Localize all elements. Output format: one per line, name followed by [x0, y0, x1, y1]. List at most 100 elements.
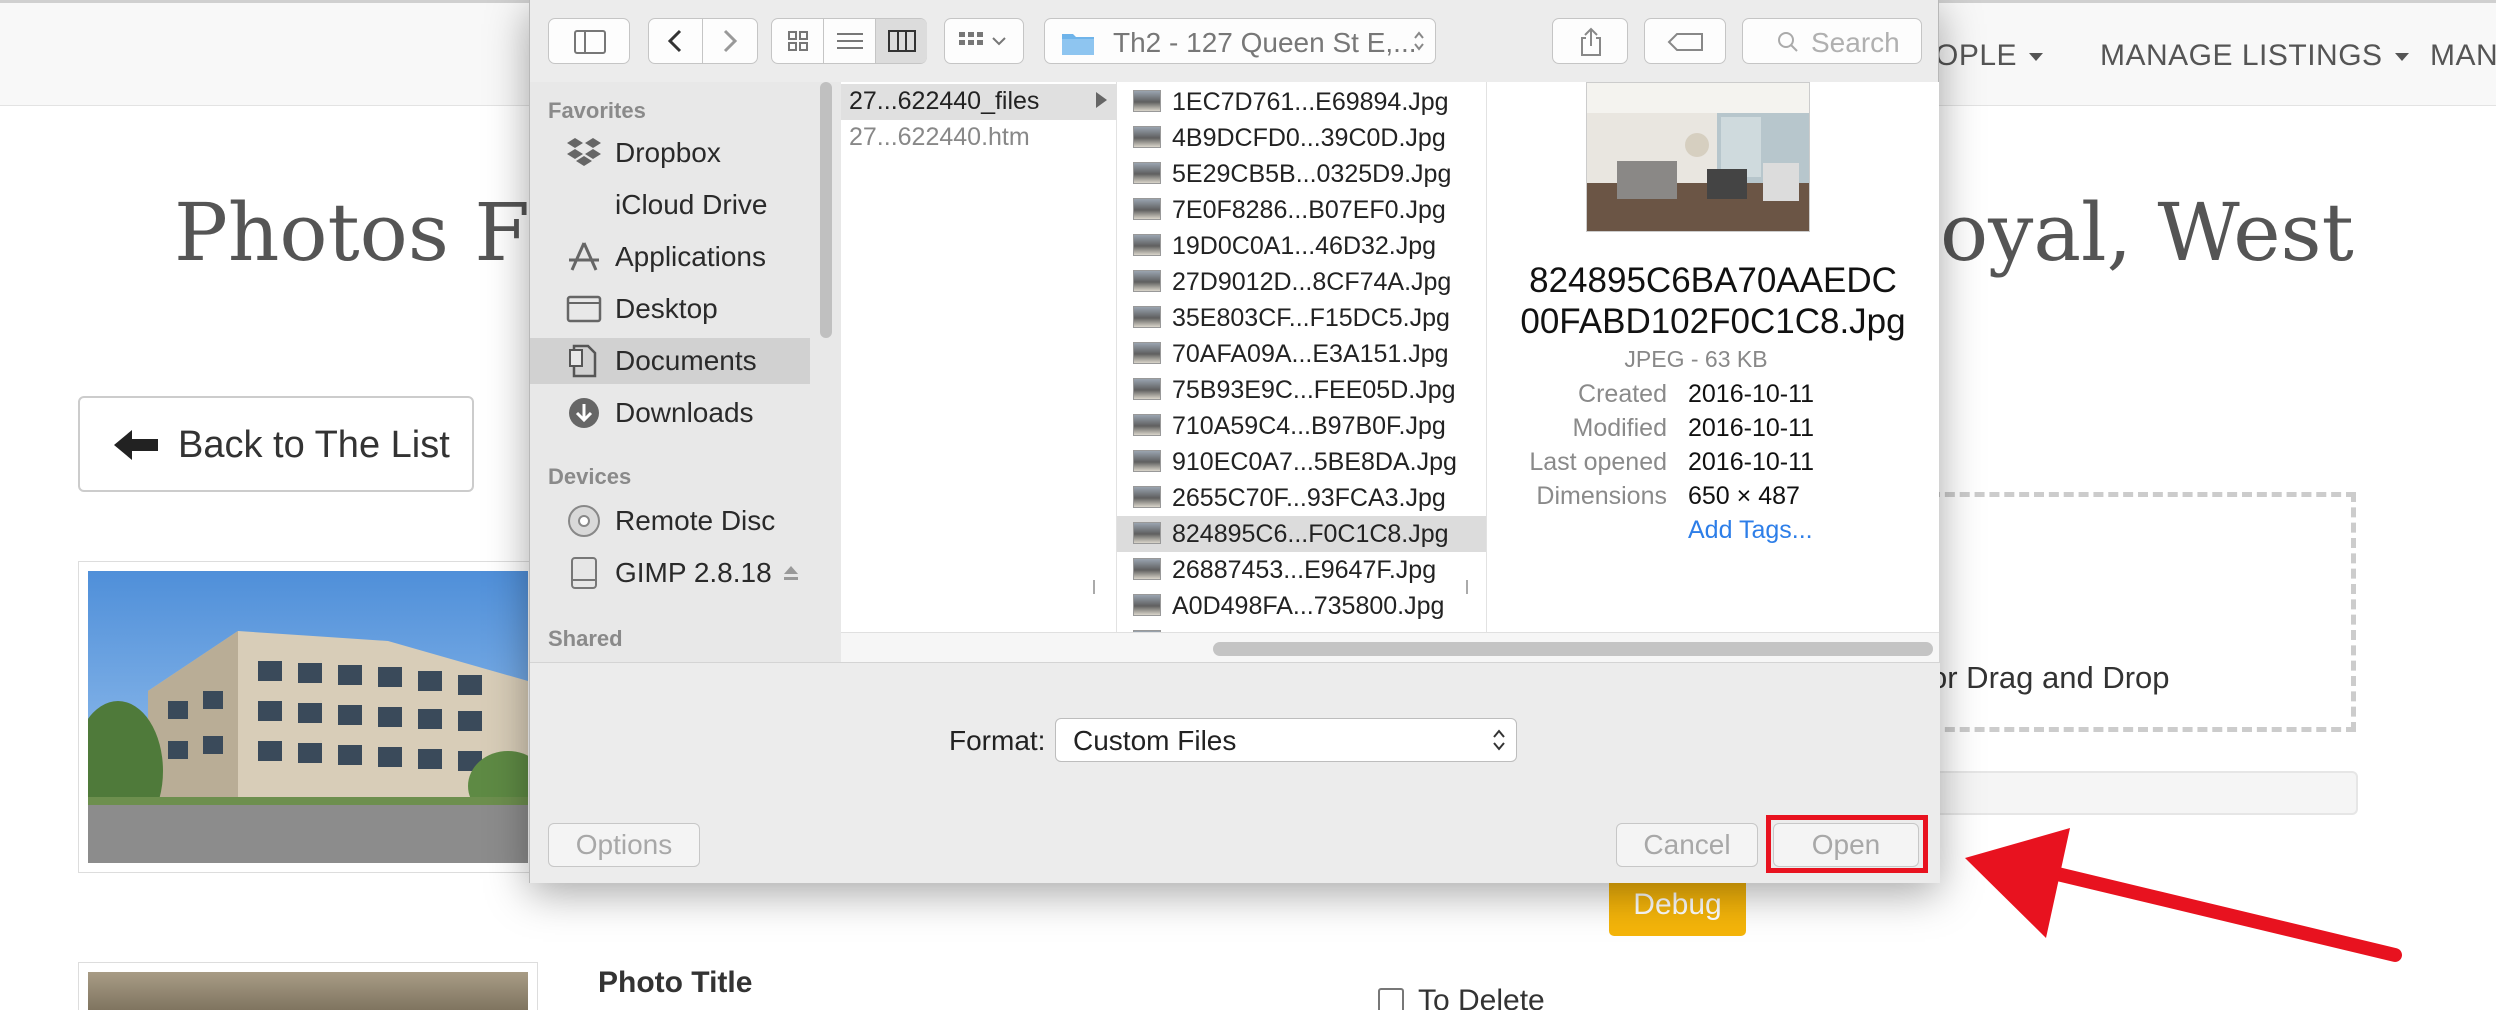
file-row[interactable]: 27...622440.htm: [841, 120, 1117, 156]
applications-icon: [569, 242, 599, 271]
nav-manage-listings[interactable]: MANAGE LISTINGS: [2100, 39, 2409, 73]
file-row-label: 27...622440.htm: [849, 123, 1030, 151]
file-row[interactable]: 2655C70F...93FCA3.Jpg: [1117, 480, 1486, 516]
file-row[interactable]: 824895C6...F0C1C8.Jpg: [1117, 516, 1486, 552]
documents-icon: [569, 344, 597, 378]
sidebar-item-icloud[interactable]: iCloud Drive: [530, 182, 810, 228]
chevron-right-icon: [723, 29, 738, 53]
horizontal-scroll-thumb[interactable]: [1213, 642, 1933, 656]
file-row-label: 2655C70F...93FCA3.Jpg: [1172, 484, 1446, 512]
debug-button[interactable]: Debug: [1609, 874, 1746, 936]
file-row[interactable]: 27D9012D...8CF74A.Jpg: [1117, 264, 1486, 300]
file-row-label: 19D0C0A1...46D32.Jpg: [1172, 232, 1437, 260]
share-button[interactable]: [1552, 18, 1628, 64]
back-to-list-button[interactable]: Back to The List: [78, 396, 474, 492]
image-thumbnail-icon: [1133, 162, 1161, 184]
sidebar-item-documents[interactable]: Documents: [530, 338, 810, 384]
sidebar-item-label: GIMP 2.8.18: [615, 557, 772, 588]
folder-row[interactable]: 27...622440_files: [841, 84, 1117, 120]
share-icon: [1581, 27, 1601, 56]
disc-icon: [568, 505, 600, 537]
group-by-button[interactable]: [944, 18, 1024, 64]
file-row[interactable]: 35E803CF...F15DC5.Jpg: [1117, 300, 1486, 336]
column-resize-handle[interactable]: [1466, 580, 1468, 594]
sidebar-item-label: iCloud Drive: [615, 189, 768, 220]
preview-thumbnail: [1586, 82, 1810, 232]
nav-more[interactable]: MANA: [2430, 39, 2496, 73]
file-row[interactable]: 710A59C4...B97B0F.Jpg: [1117, 408, 1486, 444]
image-thumbnail-icon: [1133, 414, 1161, 436]
sidebar-item-dropbox[interactable]: Dropbox: [530, 130, 810, 176]
file-row[interactable]: 5E29CB5B...0325D9.Jpg: [1117, 156, 1486, 192]
icon-view-button[interactable]: [772, 19, 824, 63]
file-row-label: 824895C6...F0C1C8.Jpg: [1172, 520, 1449, 548]
file-row[interactable]: 910EC0A7...5BE8DA.Jpg: [1117, 444, 1486, 480]
file-row-label: 7E0F8286...B07EF0.Jpg: [1172, 196, 1446, 224]
sidebar-item-desktop[interactable]: Desktop: [530, 286, 810, 332]
preview-file-name-line1: 824895C6BA70AAEDC: [1529, 261, 1897, 300]
file-row[interactable]: 4B9DCFD0...39C0D.Jpg: [1117, 120, 1486, 156]
search-icon: [1778, 32, 1798, 52]
file-row[interactable]: 1EC7D761...E69894.Jpg: [1117, 84, 1486, 120]
favorites-header: Favorites: [548, 98, 646, 123]
photo-card: [78, 561, 538, 873]
nav-people-label: OPLE: [1935, 39, 2018, 72]
devices-header: Devices: [548, 464, 632, 489]
dimensions-label: Dimensions: [1536, 482, 1667, 510]
column-resize-handle[interactable]: [1093, 580, 1095, 594]
nav-back-button[interactable]: [649, 19, 703, 63]
preview-file-type: JPEG - 63 KB: [1624, 346, 1768, 372]
file-row[interactable]: 75B93E9C...FEE05D.Jpg: [1117, 372, 1486, 408]
nav-forward-button[interactable]: [704, 19, 758, 63]
columns-icon: [888, 30, 916, 52]
search-field[interactable]: Search: [1742, 18, 1922, 64]
sidebar-item-downloads[interactable]: Downloads: [530, 390, 810, 436]
format-select[interactable]: Custom Files: [1055, 718, 1517, 762]
shared-header: Shared: [548, 626, 623, 651]
horizontal-scrollbar[interactable]: [841, 632, 1939, 662]
image-thumbnail-icon: [1133, 198, 1161, 220]
image-thumbnail-icon: [1133, 522, 1161, 544]
eject-icon[interactable]: [782, 564, 800, 582]
sidebar-scrollbar[interactable]: [820, 82, 832, 338]
photo-card: [78, 962, 538, 1010]
cancel-button[interactable]: Cancel: [1616, 823, 1758, 867]
file-row[interactable]: A0D498FA...735800.Jpg: [1117, 588, 1486, 624]
list-view-button[interactable]: [824, 19, 876, 63]
file-row-label: 1EC7D761...E69894.Jpg: [1172, 88, 1449, 116]
caret-down-icon: [2029, 53, 2044, 62]
nav-people[interactable]: OPLE: [1935, 39, 2044, 73]
sidebar-item-applications[interactable]: Applications: [530, 234, 810, 280]
disclosure-arrow-icon: [1096, 92, 1107, 108]
file-row[interactable]: 7E0F8286...B07EF0.Jpg: [1117, 192, 1486, 228]
column-view-button[interactable]: [876, 19, 927, 63]
to-delete-checkbox[interactable]: [1378, 988, 1404, 1010]
nav-more-label: MANA: [2430, 39, 2496, 72]
red-arrow-annotation: [1965, 828, 2402, 962]
nav-manage-listings-label: MANAGE LISTINGS: [2100, 39, 2383, 72]
sidebar-toggle-icon: [574, 30, 606, 54]
options-button[interactable]: Options: [548, 823, 700, 867]
file-row[interactable]: 26887453...E9647F.Jpg: [1117, 552, 1486, 588]
created-value: 2016-10-11: [1688, 380, 1815, 408]
file-row-label: 70AFA09A...E3A151.Jpg: [1172, 340, 1449, 368]
file-row-label: 35E803CF...F15DC5.Jpg: [1172, 304, 1450, 332]
add-tags-link[interactable]: Add Tags...: [1688, 516, 1813, 545]
grid-icon: [788, 31, 808, 51]
sidebar-toggle-button[interactable]: [548, 18, 630, 64]
file-row[interactable]: 19D0C0A1...46D32.Jpg: [1117, 228, 1486, 264]
to-delete-label: To Delete: [1418, 984, 1545, 1010]
upload-dropzone[interactable]: [1930, 492, 2356, 732]
file-row[interactable]: 70AFA09A...E3A151.Jpg: [1117, 336, 1486, 372]
tags-button[interactable]: [1644, 18, 1726, 64]
file-row-label: A0D498FA...735800.Jpg: [1172, 592, 1445, 620]
preview-file-name-line2: 00FABD102F0C1C8.Jpg: [1520, 302, 1906, 341]
arrow-left-icon: [114, 430, 158, 460]
path-popup[interactable]: Th2 - 127 Queen St E,...: [1044, 18, 1436, 64]
preview-file-name: 824895C6BA70AAEDC 00FABD102F0C1C8.Jpg: [1487, 260, 1939, 342]
sidebar-item-remote-disc[interactable]: Remote Disc: [530, 498, 810, 544]
sidebar-item-gimp[interactable]: GIMP 2.8.18: [530, 550, 810, 596]
path-label: Th2 - 127 Queen St E,...: [1113, 27, 1417, 58]
sidebar-item-label: Downloads: [615, 397, 754, 428]
file-row[interactable]: AB0820A4...C2E011.Jpg: [1117, 624, 1486, 632]
